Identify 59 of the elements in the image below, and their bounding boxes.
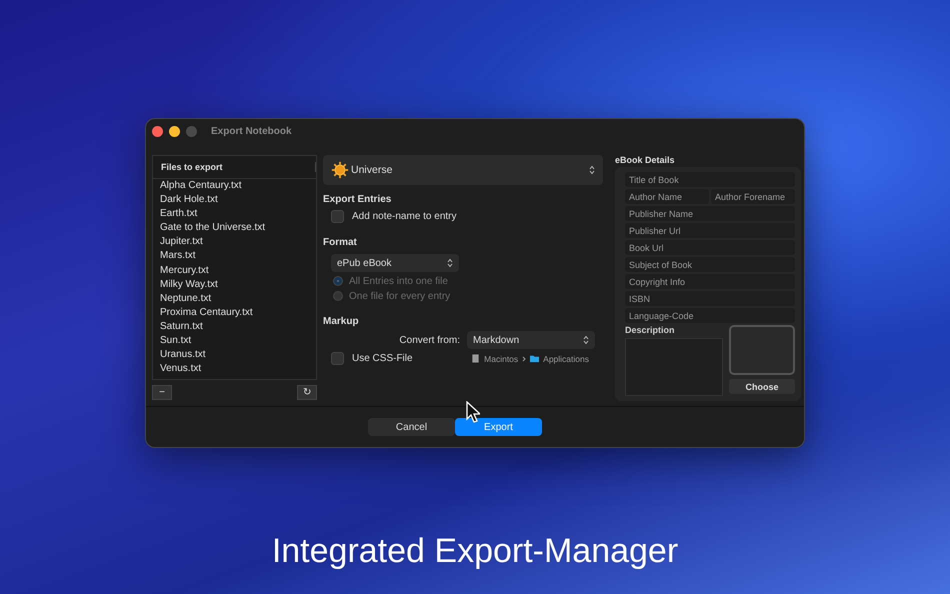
file-item[interactable]: Milky Way.txt [153,278,316,292]
section-heading: Format [323,237,358,248]
export-button[interactable]: Export [455,418,542,436]
choose-button[interactable]: Choose [729,379,795,394]
path-item[interactable]: Applications [543,354,589,364]
section-heading: Markup [323,316,360,327]
text-field[interactable]: Title of Book [625,172,795,187]
radio-label: All Entries into one file [349,276,448,286]
path-item[interactable]: Macintos [484,354,518,364]
checkbox-label: Use CSS-File [352,353,413,364]
text-field[interactable]: Author Forename [711,189,795,204]
section-heading: Export Entries [323,194,392,205]
checkbox[interactable] [331,210,344,223]
file-item[interactable]: Gate to the Universe.txt [153,221,316,236]
chevron-icon [522,356,526,362]
text-field[interactable]: Language-Code [625,308,795,323]
close-button[interactable] [152,126,163,136]
chevron-icon [589,165,595,175]
notebook-popup[interactable]: Universe [323,155,603,185]
file-item[interactable]: Venus.txt [153,362,316,376]
checkbox-label: Add note-name to entry [352,211,457,222]
format-popup[interactable]: ePub eBook [331,254,459,272]
chevron-icon [583,335,589,345]
file-item[interactable]: Saturn.txt [153,320,316,334]
file-item[interactable]: Mars.txt [153,249,316,264]
window-title: Export Notebook [211,126,292,136]
caption: Integrated Export-Manager [270,532,680,571]
description-label: Description [625,325,676,335]
file-item[interactable]: Neptune.txt [153,292,316,306]
section-heading: eBook Details [615,155,676,165]
sun-icon [331,161,349,179]
folder-icon [530,354,540,363]
chevron-icon [447,258,453,268]
file-item[interactable]: Sun.txt [153,334,316,348]
image-well[interactable] [729,325,795,375]
convert-label: Convert from: [399,334,460,346]
text-field[interactable]: Subject of Book [625,257,795,272]
text-field[interactable]: Publisher Url [625,223,795,238]
text-field[interactable]: Author Name [625,189,709,204]
file-item[interactable]: Alpha Centaury.txt [153,179,316,194]
checkbox[interactable] [331,352,344,365]
text-field[interactable]: Publisher Name [625,206,795,221]
file-item[interactable]: Dark Hole.txt [153,193,316,208]
file-item[interactable]: Proxima Centaury.txt [153,306,316,320]
convert-popup[interactable]: Markdown [467,331,595,349]
remove-button[interactable]: − [152,385,172,400]
file-item[interactable]: Mercury.txt [153,264,316,278]
file-item[interactable]: Uranus.txt [153,348,316,362]
refresh-button[interactable]: ↻ [297,385,317,400]
file-item[interactable]: Earth.txt [153,207,316,222]
zoom-button[interactable] [186,126,197,136]
file-item[interactable]: Jupiter.txt [153,235,316,250]
radio-label: One file for every entry [349,290,450,302]
column-header: Files to export [153,156,316,179]
text-field[interactable]: ISBN [625,291,795,306]
cancel-button[interactable]: Cancel [368,418,455,436]
minimize-button[interactable] [169,126,180,136]
text-field[interactable]: Copyright Info [625,274,795,289]
text-field[interactable]: Book Url [625,240,795,255]
